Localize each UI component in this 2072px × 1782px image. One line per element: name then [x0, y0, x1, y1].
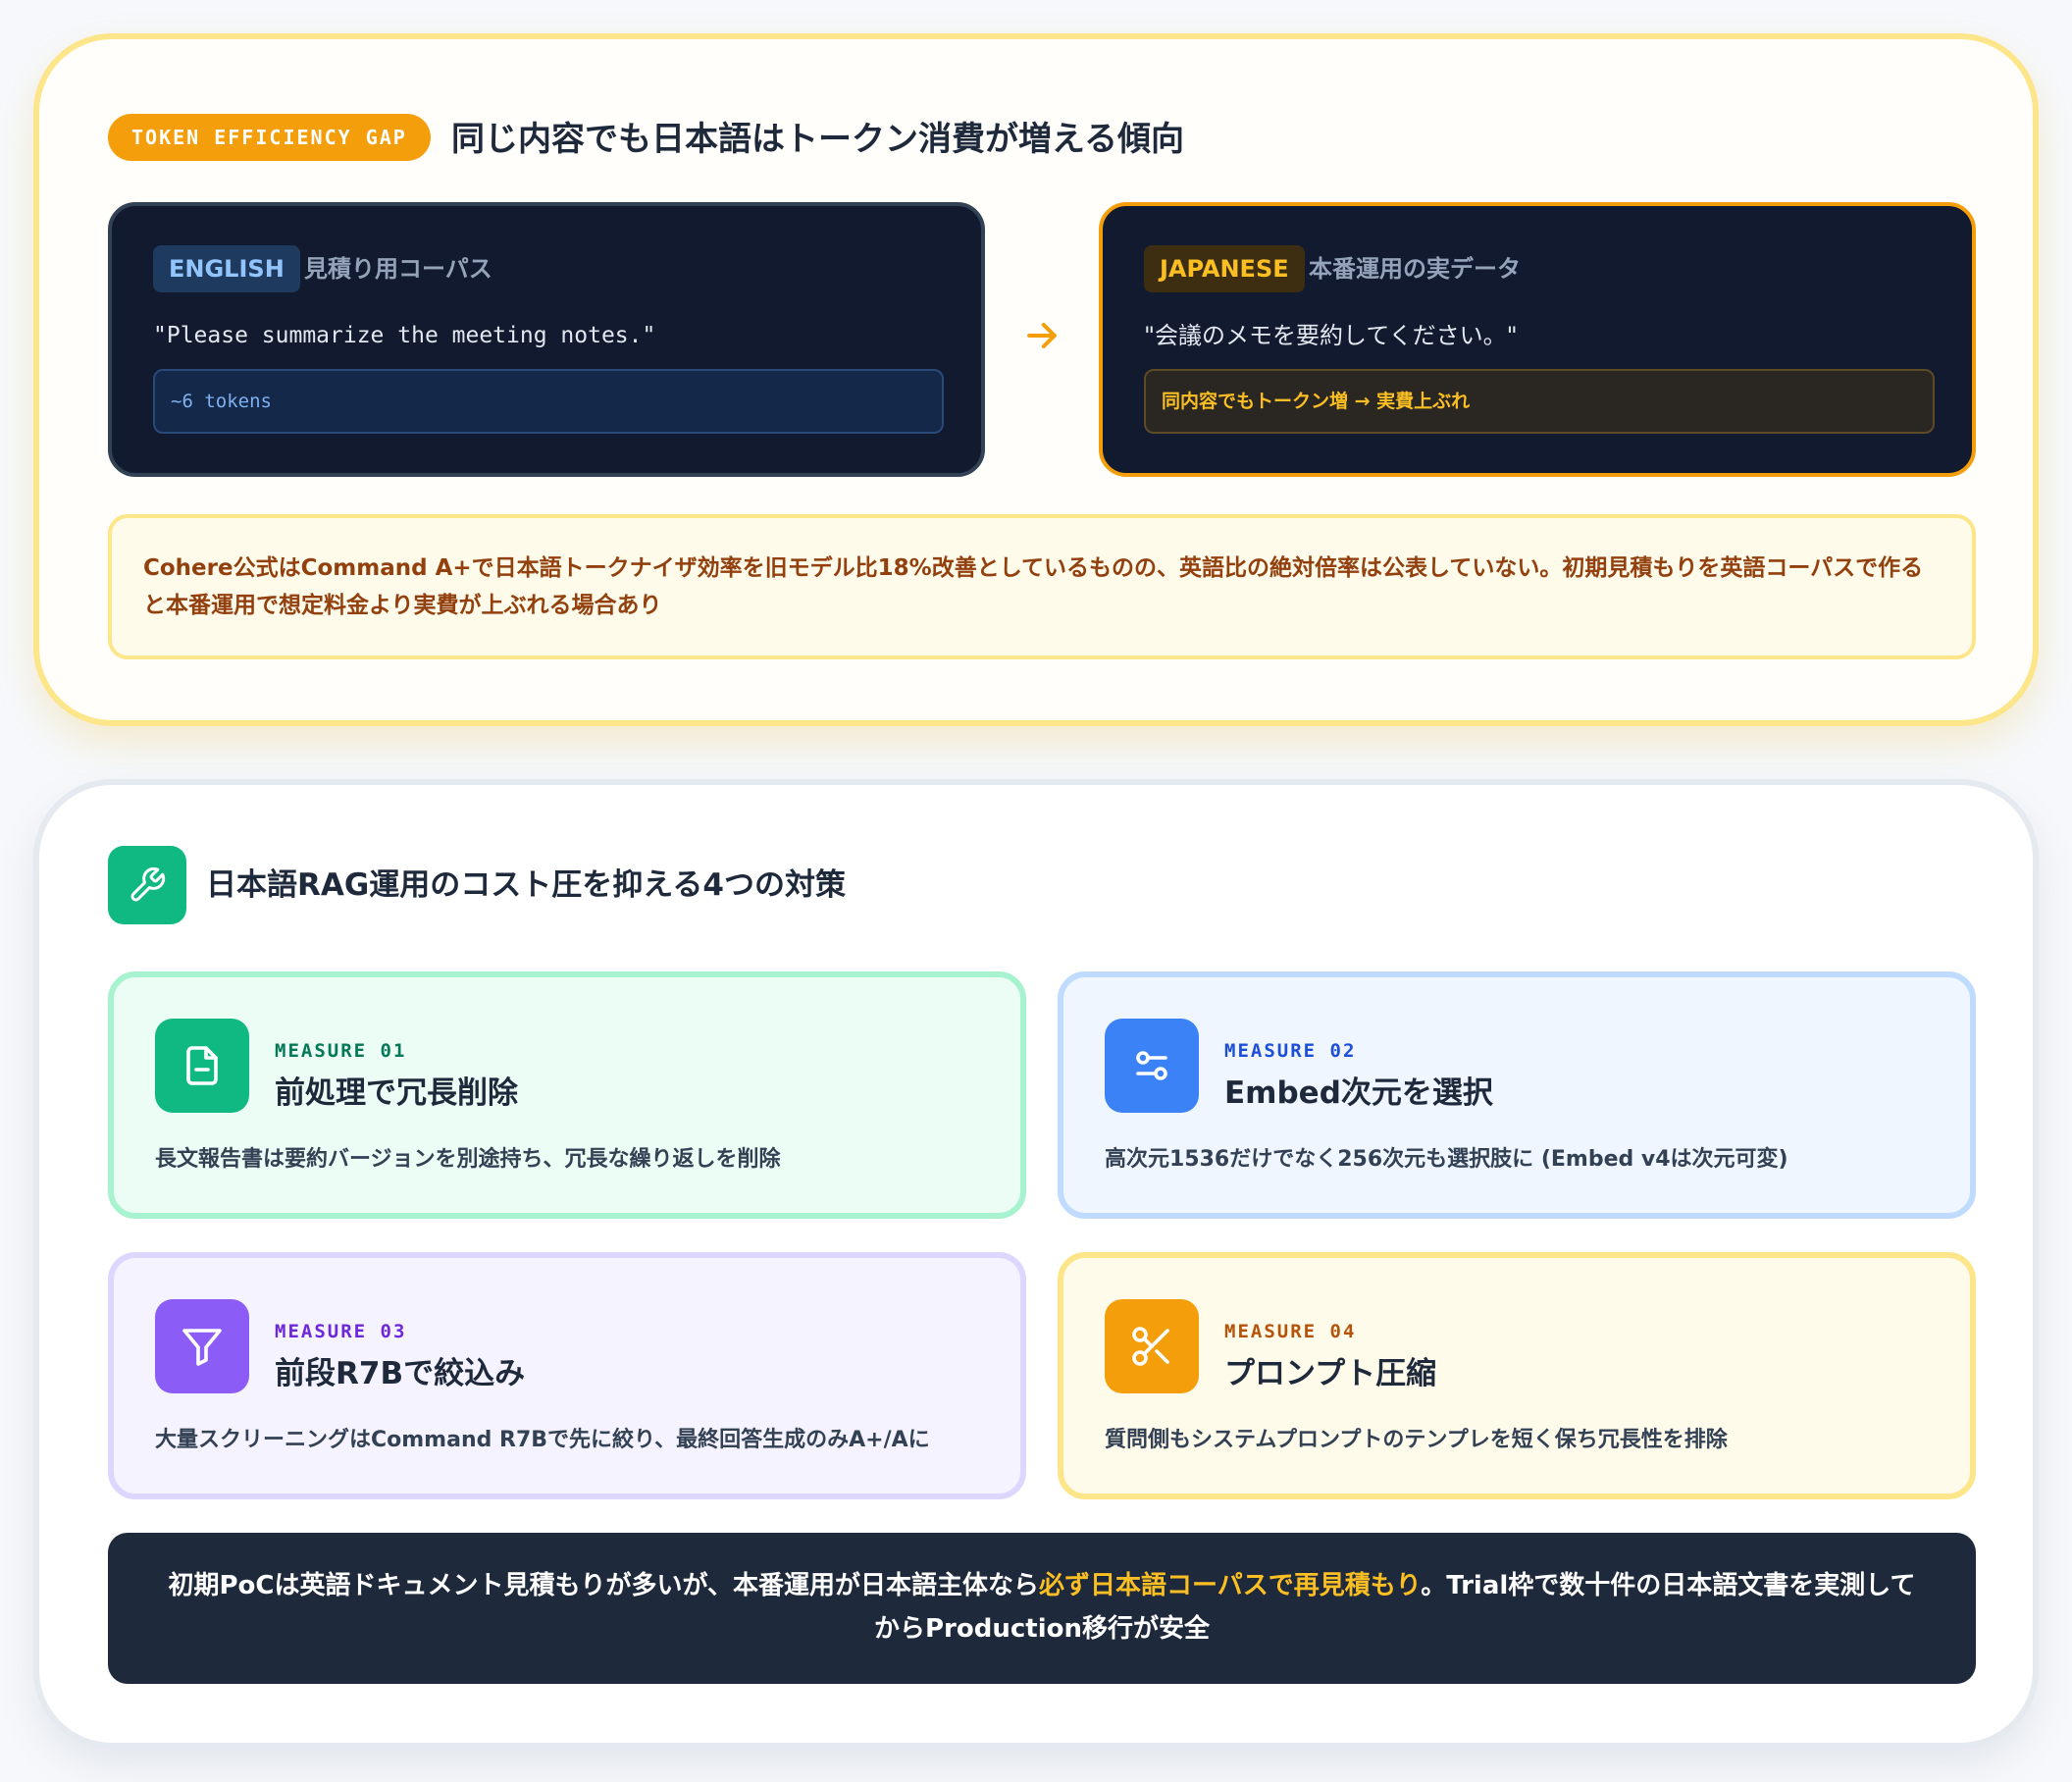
english-panel: ENGLISH 見積り用コーパス "Please summarize the m…: [108, 202, 985, 477]
scissors-icon: [1105, 1299, 1199, 1393]
japanese-badge: JAPANESE: [1144, 245, 1305, 292]
english-quote: "Please summarize the meeting notes.": [153, 323, 656, 348]
wrench-icon: [108, 846, 186, 924]
measures-headline: 日本語RAG運用のコスト圧を抑える4つの対策: [206, 867, 846, 903]
token-gap-card: TOKEN EFFICIENCY GAP 同じ内容でも日本語はトークン消費が増え…: [33, 33, 2039, 726]
arrow-right-icon: [1027, 322, 1057, 349]
filter-icon: [155, 1299, 249, 1393]
measure-label: MEASURE 04: [1224, 1321, 1357, 1342]
measure-card-01: MEASURE 01 前処理で冗長削除 長文報告書は要約バージョンを別途持ち、冗…: [108, 971, 1026, 1219]
measure-card-02: MEASURE 02 Embed次元を選択 高次元1536だけでなく256次元も…: [1058, 971, 1976, 1219]
measure-label: MEASURE 03: [275, 1321, 407, 1342]
file-minus-icon: [155, 1019, 249, 1113]
measure-label: MEASURE 01: [275, 1040, 407, 1062]
japanese-token-result: 同内容でもトークン増 → 実費上ぶれ: [1144, 369, 1935, 434]
token-gap-headline: 同じ内容でも日本語はトークン消費が増える傾向: [451, 120, 1184, 159]
japanese-quote: "会議のメモを要約してください。": [1144, 322, 1518, 349]
measure-description: 大量スクリーニングはCommand R7Bで先に絞り、最終回答生成のみA+/Aに: [155, 1428, 930, 1452]
measure-description: 質問側もシステムプロンプトのテンプレを短く保ち冗長性を排除: [1105, 1428, 1728, 1452]
measure-description: 長文報告書は要約バージョンを別途持ち、冗長な繰り返しを削除: [155, 1147, 781, 1172]
token-efficiency-gap-tag: TOKEN EFFICIENCY GAP: [108, 114, 431, 161]
measure-card-03: MEASURE 03 前段R7Bで絞込み 大量スクリーニングはCommand R…: [108, 1252, 1026, 1499]
measure-title: プロンプト圧縮: [1224, 1356, 1437, 1391]
measures-card: 日本語RAG運用のコスト圧を抑える4つの対策 MEASURE 01 前処理で冗長…: [33, 779, 2039, 1749]
measure-card-04: MEASURE 04 プロンプト圧縮 質問側もシステムプロンプトのテンプレを短く…: [1058, 1252, 1976, 1499]
tokenizer-note: Cohere公式はCommand A+で日本語トークナイザ効率を旧モデル比18%…: [108, 514, 1976, 659]
sliders-icon: [1105, 1019, 1199, 1113]
banner-highlight: 必ず日本語コーパスで再見積もり: [1038, 1571, 1422, 1600]
japanese-panel: JAPANESE 本番運用の実データ "会議のメモを要約してください。" 同内容…: [1099, 202, 1976, 477]
english-subtitle: 見積り用コーパス: [304, 255, 492, 283]
measure-label: MEASURE 02: [1224, 1040, 1357, 1062]
measure-description: 高次元1536だけでなく256次元も選択肢に (Embed v4は次元可変): [1105, 1147, 1788, 1172]
banner-text-lead: 初期PoCは英語ドキュメント見積もりが多いが、本番運用が日本語主体なら: [168, 1571, 1039, 1600]
recommendation-banner: 初期PoCは英語ドキュメント見積もりが多いが、本番運用が日本語主体なら必ず日本語…: [108, 1533, 1976, 1684]
japanese-subtitle: 本番運用の実データ: [1309, 255, 1521, 283]
measure-title: Embed次元を選択: [1224, 1075, 1493, 1111]
measure-title: 前処理で冗長削除: [275, 1075, 518, 1111]
english-token-count: ~6 tokens: [153, 369, 944, 434]
measure-title: 前段R7Bで絞込み: [275, 1356, 526, 1391]
english-badge: ENGLISH: [153, 245, 300, 292]
